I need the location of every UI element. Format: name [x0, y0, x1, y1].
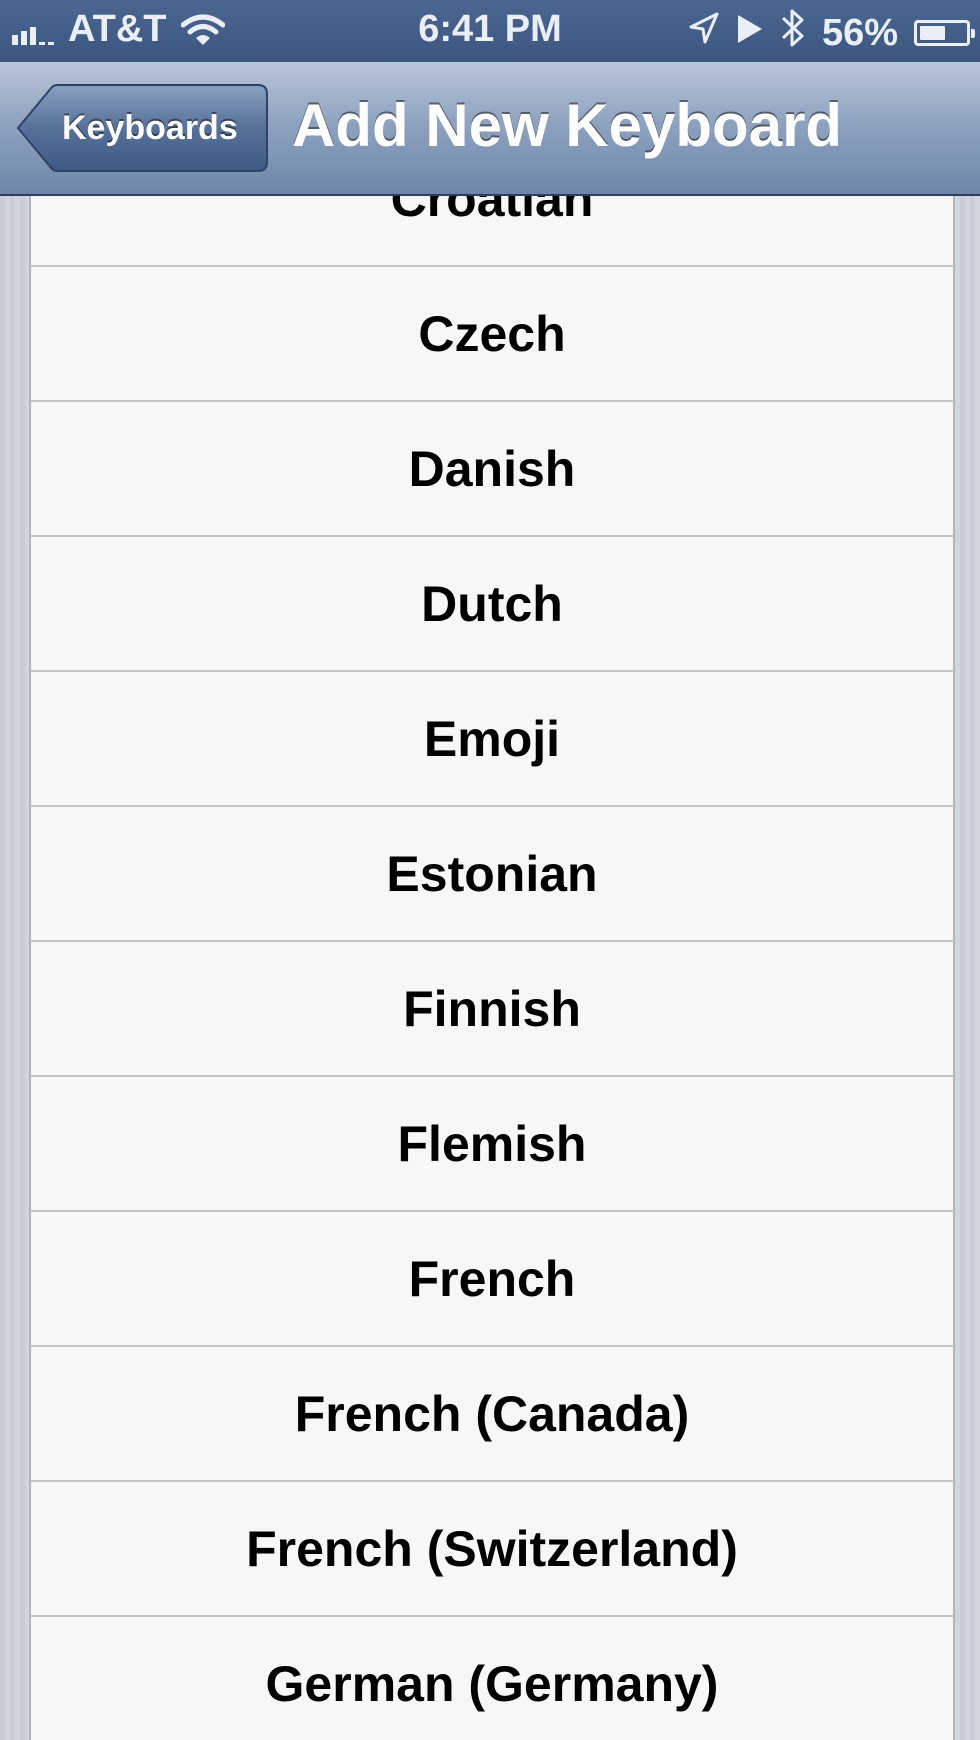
- keyboard-row-label: Czech: [418, 305, 566, 362]
- keyboard-row[interactable]: Czech: [31, 267, 953, 402]
- battery-fill: [920, 26, 945, 40]
- keyboard-row-label: Danish: [408, 440, 576, 497]
- keyboard-row[interactable]: Croatian: [31, 196, 953, 267]
- keyboard-row-label: Emoji: [423, 710, 561, 767]
- keyboard-row[interactable]: French (Switzerland): [31, 1482, 953, 1617]
- keyboard-row[interactable]: Estonian: [31, 807, 953, 942]
- keyboard-row-label: Estonian: [386, 845, 598, 902]
- bluetooth-icon: [780, 8, 806, 58]
- keyboard-row[interactable]: Flemish: [31, 1077, 953, 1212]
- keyboard-row-label: Flemish: [397, 1115, 587, 1172]
- navigation-bar: Keyboards Add New Keyboard: [0, 62, 980, 196]
- keyboard-row[interactable]: Emoji: [31, 672, 953, 807]
- page-title: Add New Keyboard: [292, 92, 843, 159]
- back-button-label: Keyboards: [62, 108, 238, 147]
- keyboard-row[interactable]: French: [31, 1212, 953, 1347]
- keyboard-list-area: Croatian Czech Danish Dutch Emoji Estonian Fin…: [0, 196, 980, 1740]
- keyboard-row-label: Dutch: [421, 575, 563, 632]
- keyboard-row-label: French (Switzerland): [246, 1520, 738, 1577]
- keyboard-row[interactable]: French (Canada): [31, 1347, 953, 1482]
- battery-icon: [914, 20, 975, 46]
- back-button[interactable]: Keyboards: [16, 84, 268, 172]
- location-icon: [688, 11, 720, 55]
- battery-percent: 56%: [821, 11, 898, 54]
- keyboard-row[interactable]: Danish: [31, 402, 953, 537]
- keyboard-row[interactable]: German (Germany): [31, 1617, 953, 1740]
- status-right: 56%: [688, 8, 975, 58]
- keyboard-row[interactable]: Dutch: [31, 537, 953, 672]
- play-icon: [736, 12, 764, 55]
- keyboard-row-label: French: [408, 1250, 576, 1307]
- keyboard-row-label: Croatian: [390, 196, 594, 227]
- status-bar: AT&T 6:41 PM 56%: [0, 0, 980, 62]
- keyboard-row-label: French (Canada): [294, 1385, 690, 1442]
- keyboard-row[interactable]: Finnish: [31, 942, 953, 1077]
- keyboard-list: Croatian Czech Danish Dutch Emoji Estonian Fin…: [29, 196, 955, 1740]
- keyboard-row-label: German (Germany): [265, 1655, 719, 1712]
- keyboard-row-label: Finnish: [403, 980, 581, 1037]
